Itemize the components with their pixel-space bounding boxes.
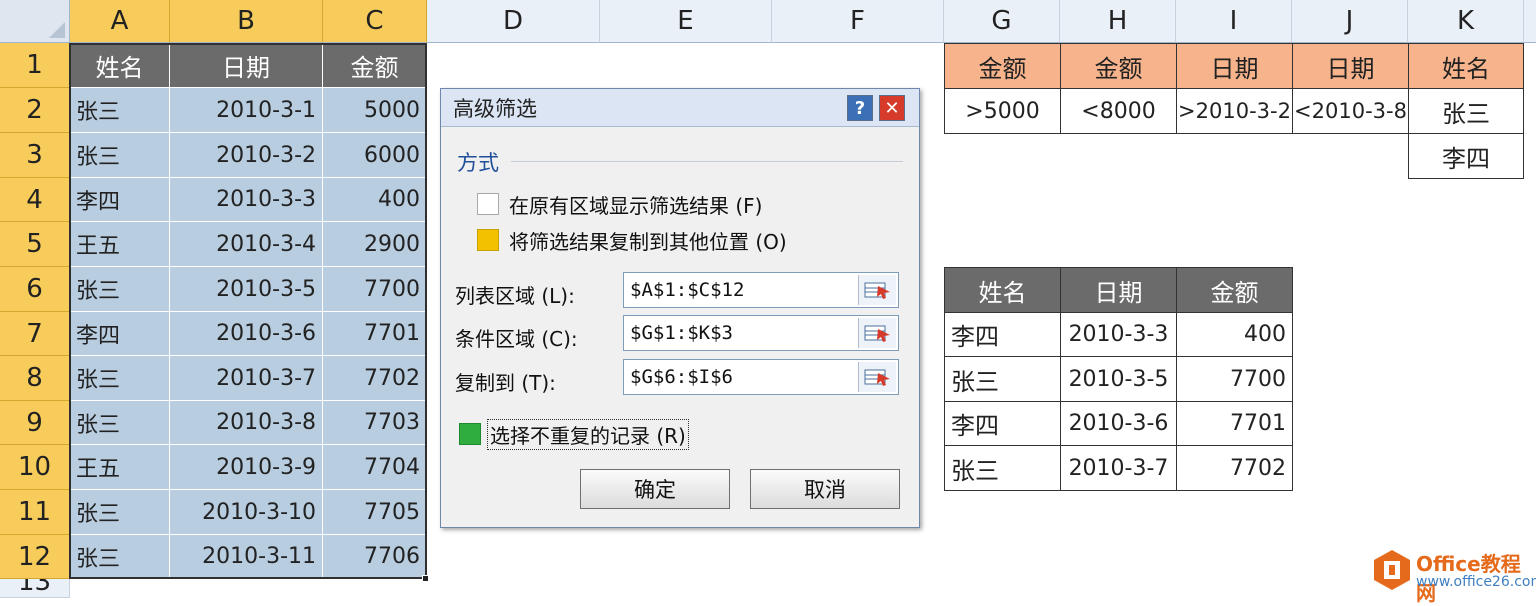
result-cell[interactable]: 2010-3-6 xyxy=(1060,401,1177,446)
range-picker-button[interactable] xyxy=(858,362,896,392)
column-header-a[interactable]: A xyxy=(70,0,170,43)
criteria-cell[interactable]: 李四 xyxy=(1408,133,1524,179)
unique-records-label[interactable]: 选择不重复的记录 (R) xyxy=(487,419,689,450)
row-header-7[interactable]: 7 xyxy=(0,312,70,356)
criteria-range-input[interactable]: $G$1:$K$3 xyxy=(623,315,899,351)
row-header-3[interactable]: 3 xyxy=(0,133,70,178)
result-cell[interactable]: 2010-3-7 xyxy=(1060,445,1177,491)
criteria-cell[interactable]: >5000 xyxy=(944,88,1061,134)
fill-handle[interactable] xyxy=(422,575,429,582)
help-button[interactable]: ? xyxy=(847,95,873,121)
result-cell[interactable]: 7701 xyxy=(1176,401,1293,446)
row-header-11[interactable]: 11 xyxy=(0,490,70,535)
watermark-url: www.office26.com xyxy=(1416,574,1536,590)
criteria-cell[interactable]: >2010-3-2 xyxy=(1176,88,1293,134)
row-header-4[interactable]: 4 xyxy=(0,178,70,222)
select-all-corner[interactable] xyxy=(0,0,70,43)
criteria-header-cell[interactable]: 日期 xyxy=(1292,43,1409,89)
criteria-range-label: 条件区域 (C): xyxy=(455,327,578,351)
result-cell[interactable]: 7702 xyxy=(1176,445,1293,491)
ok-button[interactable]: 确定 xyxy=(580,469,730,509)
range-picker-button[interactable] xyxy=(858,275,896,305)
criteria-range-value: $G$1:$K$3 xyxy=(630,322,733,344)
range-picker-icon xyxy=(864,325,890,342)
result-cell[interactable]: 张三 xyxy=(944,445,1061,491)
result-cell[interactable]: 400 xyxy=(1176,312,1293,357)
list-range-label: 列表区域 (L): xyxy=(455,284,575,308)
cancel-button[interactable]: 取消 xyxy=(750,469,900,509)
column-header-e[interactable]: E xyxy=(600,0,772,43)
result-cell[interactable]: 2010-3-5 xyxy=(1060,356,1177,402)
result-cell[interactable]: 7700 xyxy=(1176,356,1293,402)
column-header-c[interactable]: C xyxy=(323,0,427,43)
column-header-h[interactable]: H xyxy=(1060,0,1176,43)
range-picker-button[interactable] xyxy=(858,318,896,348)
criteria-header-cell[interactable]: 金额 xyxy=(1060,43,1177,89)
column-header-g[interactable]: G xyxy=(944,0,1060,43)
row-header-1[interactable]: 1 xyxy=(0,43,70,88)
column-header-l[interactable] xyxy=(1524,0,1536,43)
row-header-8[interactable]: 8 xyxy=(0,356,70,401)
help-icon: ? xyxy=(854,97,866,119)
criteria-header-cell[interactable]: 金额 xyxy=(944,43,1061,89)
column-header-j[interactable]: J xyxy=(1292,0,1408,43)
copy-to-input[interactable]: $G$6:$I$6 xyxy=(623,359,899,395)
result-cell[interactable]: 李四 xyxy=(944,401,1061,446)
column-header-b[interactable]: B xyxy=(170,0,323,43)
row-header-12[interactable]: 12 xyxy=(0,535,70,579)
dialog-title: 高级筛选 xyxy=(453,96,537,121)
row-header-13[interactable]: 13 xyxy=(0,579,70,598)
row-header-9[interactable]: 9 xyxy=(0,401,70,445)
option-copy-to-checkbox[interactable] xyxy=(477,229,499,251)
column-header-i[interactable]: I xyxy=(1176,0,1292,43)
criteria-cell[interactable]: <2010-3-8 xyxy=(1292,88,1409,134)
close-icon: ✕ xyxy=(884,97,900,119)
list-range-input[interactable]: $A$1:$C$12 xyxy=(623,272,899,308)
section-label: 方式 xyxy=(457,151,499,175)
criteria-header-cell[interactable]: 日期 xyxy=(1176,43,1293,89)
selection-border xyxy=(69,43,427,579)
row-header-10[interactable]: 10 xyxy=(0,445,70,490)
range-picker-icon xyxy=(864,369,890,386)
row-header-2[interactable]: 2 xyxy=(0,88,70,133)
criteria-cell[interactable]: 张三 xyxy=(1408,88,1524,134)
column-header-d[interactable]: D xyxy=(427,0,600,43)
option-copy-to-label[interactable]: 将筛选结果复制到其他位置 (O) xyxy=(509,226,787,255)
criteria-cell[interactable]: <8000 xyxy=(1060,88,1177,134)
result-cell[interactable]: 2010-3-3 xyxy=(1060,312,1177,357)
row-header-5[interactable]: 5 xyxy=(0,222,70,267)
copy-to-label: 复制到 (T): xyxy=(455,371,556,395)
result-cell[interactable]: 李四 xyxy=(944,312,1061,357)
office-logo-icon xyxy=(1372,548,1412,592)
option-in-place-checkbox[interactable] xyxy=(477,193,499,215)
row-header-6[interactable]: 6 xyxy=(0,267,70,312)
result-cell[interactable]: 张三 xyxy=(944,356,1061,402)
criteria-header-cell[interactable]: 姓名 xyxy=(1408,43,1524,89)
option-in-place-label[interactable]: 在原有区域显示筛选结果 (F) xyxy=(509,190,762,219)
result-header-cell[interactable]: 姓名 xyxy=(944,267,1061,313)
result-header-cell[interactable]: 金额 xyxy=(1176,267,1293,313)
section-divider xyxy=(511,161,903,162)
close-button[interactable]: ✕ xyxy=(879,95,905,121)
range-picker-icon xyxy=(864,282,890,299)
advanced-filter-dialog: 高级筛选 ? ✕ 方式 在原有区域显示筛选结果 (F) 将筛选结果复制到其他位置… xyxy=(440,88,920,528)
column-header-f[interactable]: F xyxy=(772,0,944,43)
column-header-k[interactable]: K xyxy=(1408,0,1524,43)
unique-records-checkbox[interactable] xyxy=(459,423,481,445)
result-header-cell[interactable]: 日期 xyxy=(1060,267,1177,313)
list-range-value: $A$1:$C$12 xyxy=(630,279,745,301)
copy-to-value: $G$6:$I$6 xyxy=(630,366,733,388)
